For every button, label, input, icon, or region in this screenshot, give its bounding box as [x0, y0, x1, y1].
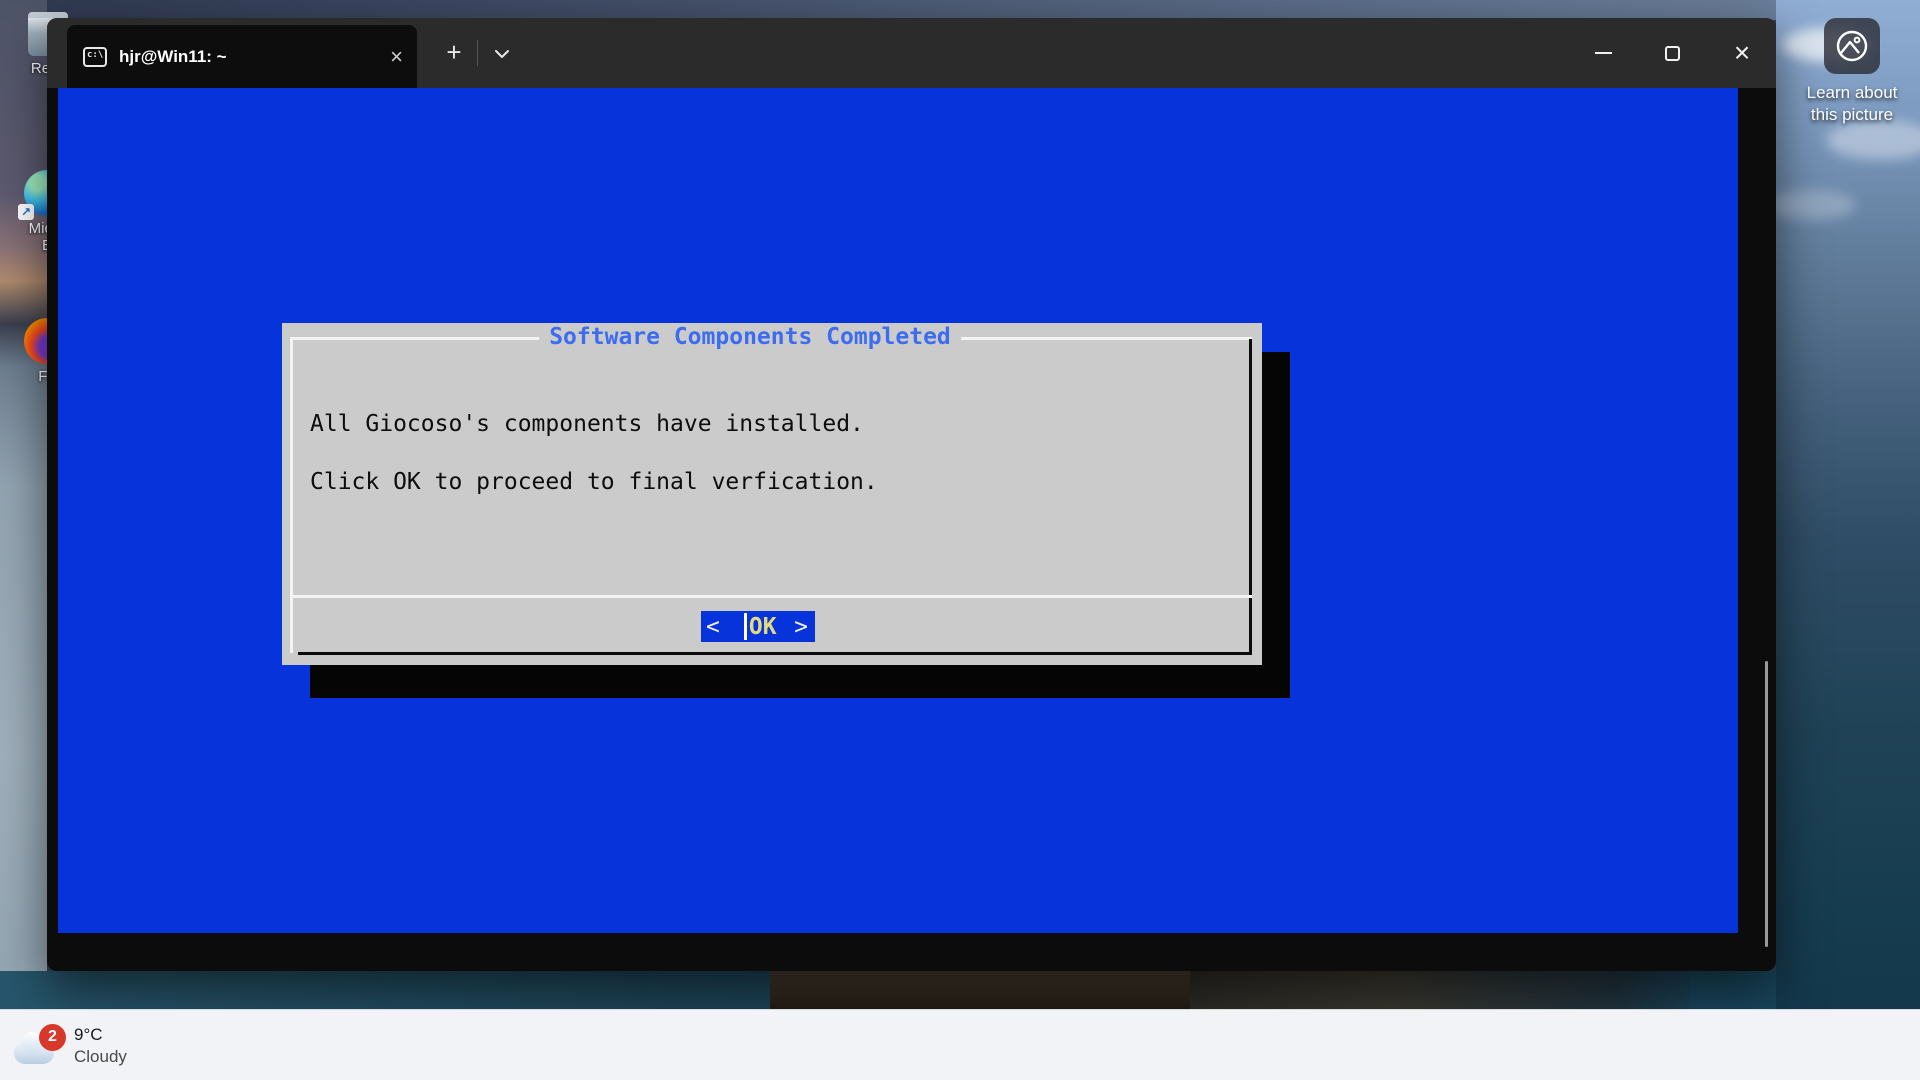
ok-button[interactable]: < OK > [701, 611, 815, 642]
picture-icon [1824, 18, 1880, 74]
text-cursor [744, 613, 747, 640]
weather-condition: Cloudy [74, 1046, 127, 1068]
cloud [1826, 120, 1920, 160]
minimize-button[interactable] [1580, 18, 1626, 88]
minimize-icon [1595, 52, 1612, 54]
terminal-tab[interactable]: c:\ hjr@Win11: ~ × [67, 25, 417, 88]
shortcut-arrow-icon: ↗ [18, 204, 34, 220]
terminal-window: c:\ hjr@Win11: ~ × + × Software Compon [47, 18, 1776, 971]
dialog-message-line1: All Giocoso's components have installed. [310, 411, 864, 437]
ok-bracket-left: < [706, 614, 720, 640]
taskbar: 2 9°C Cloudy Search [0, 1009, 1920, 1080]
desktop-icon-learn-about-picture[interactable]: Learn about this picture [1804, 18, 1900, 126]
ok-button-label: OK [749, 614, 777, 640]
learn-about-label-line2: this picture [1804, 104, 1900, 126]
learn-about-label-line1: Learn about [1804, 82, 1900, 104]
wallpaper-left-strip [0, 0, 47, 1080]
tab-dropdown-chevron-icon[interactable] [489, 40, 515, 66]
tab-title: hjr@Win11: ~ [119, 47, 227, 67]
close-window-button[interactable]: × [1719, 18, 1765, 88]
maximize-button[interactable] [1649, 18, 1695, 88]
dialog-border-right [1249, 339, 1252, 655]
dialog-message-line2: Click OK to proceed to final verfication… [310, 469, 878, 495]
software-components-dialog: Software Components Completed All Giocos… [282, 323, 1262, 665]
close-icon: × [1734, 39, 1750, 67]
ok-bracket-right: > [794, 614, 808, 640]
wallpaper-rock [770, 971, 1190, 1011]
dialog-border-bottom [298, 652, 1252, 655]
maximize-icon [1665, 46, 1680, 61]
weather-temperature: 9°C [74, 1024, 127, 1046]
cloud [1766, 190, 1856, 220]
new-tab-button[interactable]: + [439, 38, 469, 68]
wallpaper-top-strip [0, 0, 1920, 20]
dialog-border-left [290, 337, 293, 653]
desktop: Recy ↗ Micro E Fir Learn about this pict… [0, 0, 1920, 1080]
terminal-screen: Software Components Completed All Giocos… [58, 88, 1738, 933]
wallpaper-rock [1190, 971, 1690, 1011]
tab-bar-divider [477, 40, 478, 66]
dialog-button-separator [290, 595, 1252, 598]
dialog-title: Software Components Completed [539, 324, 961, 350]
terminal-tab-bar: c:\ hjr@Win11: ~ × + × [47, 18, 1776, 88]
tab-close-icon[interactable]: × [390, 46, 403, 68]
notification-badge: 2 [39, 1024, 66, 1051]
weather-widget[interactable]: 2 9°C Cloudy [14, 1010, 127, 1080]
wallpaper-right-strip [1776, 0, 1920, 1080]
terminal-scrollbar[interactable] [1765, 661, 1768, 947]
cmd-prompt-icon: c:\ [83, 47, 107, 67]
